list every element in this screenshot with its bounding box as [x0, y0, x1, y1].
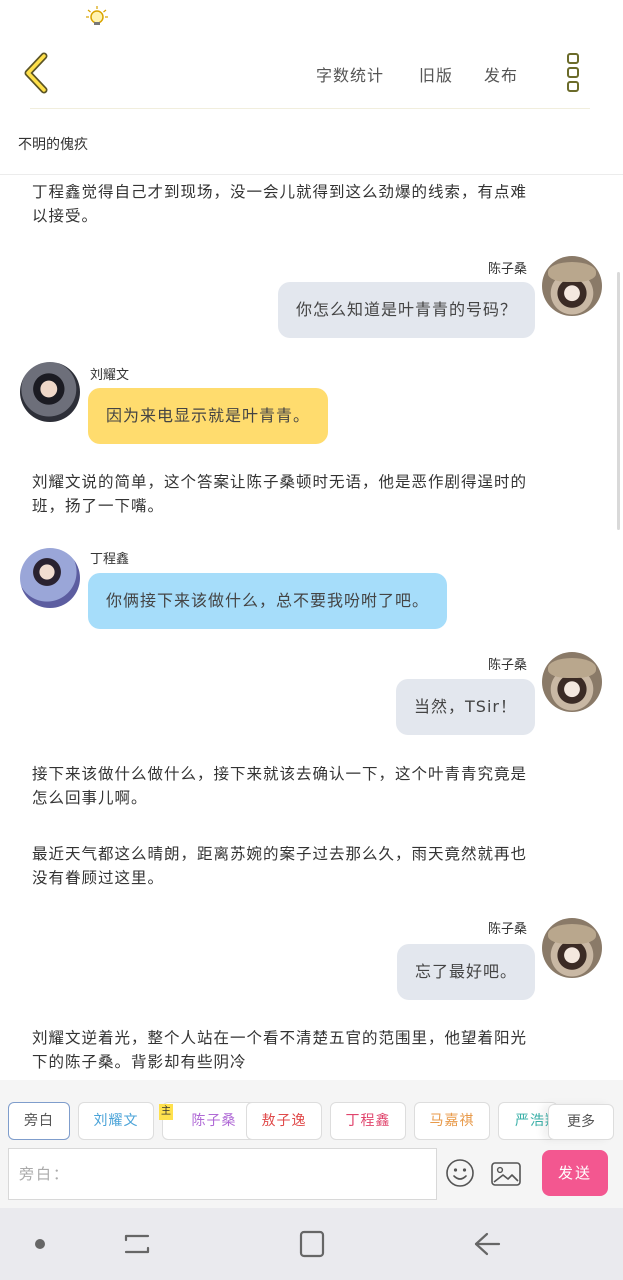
menu-dot-icon — [567, 67, 579, 78]
more-characters-button[interactable]: 更多 — [548, 1104, 614, 1140]
message-input[interactable] — [8, 1148, 437, 1200]
narration-text[interactable]: 最近天气都这么晴朗，距离苏婉的案子过去那么久，雨天竟然就再也没有眷顾过这里。 — [32, 842, 542, 890]
back-arrow-icon — [474, 1232, 501, 1256]
character-chip-narrator[interactable]: 旁白 — [8, 1102, 70, 1140]
narration-text[interactable]: 丁程鑫觉得自己才到现场，没一会儿就得到这么劲爆的线索，有点难以接受。 — [32, 180, 542, 228]
character-chip[interactable]: 丁程鑫 — [330, 1102, 406, 1140]
speaker-name: 陈子桑 — [488, 658, 528, 673]
speaker-name: 丁程鑫 — [90, 552, 130, 567]
header-divider — [30, 108, 590, 109]
title-divider — [0, 174, 623, 175]
dialogue-bubble[interactable]: 你俩接下来该做什么，总不要我吩咐了吧。 — [88, 573, 448, 629]
avatar[interactable] — [20, 362, 80, 422]
speaker-name: 刘耀文 — [90, 368, 130, 383]
smiley-icon — [446, 1159, 474, 1187]
dialogue-bubble[interactable]: 忘了最好吧。 — [396, 944, 535, 1000]
character-chip[interactable]: 刘耀文 — [78, 1102, 154, 1140]
emoji-button[interactable] — [445, 1158, 475, 1188]
menu-dot-icon — [567, 53, 579, 64]
narration-text[interactable]: 接下来该做什么做什么，接下来就该去确认一下，这个叶青青究竟是怎么回事儿啊。 — [32, 762, 542, 810]
dialogue-bubble[interactable]: 你怎么知道是叶青青的号码？ — [277, 282, 535, 338]
more-menu-button[interactable] — [562, 50, 584, 96]
speaker-name: 陈子桑 — [488, 922, 528, 937]
back-button[interactable] — [18, 50, 58, 96]
home-button[interactable] — [296, 1228, 328, 1260]
image-button[interactable] — [490, 1160, 522, 1188]
system-back-button[interactable] — [470, 1228, 504, 1260]
dialogue-bubble[interactable]: 因为来电显示就是叶青青。 — [88, 388, 329, 444]
menu-dot-icon — [567, 81, 579, 92]
narration-text[interactable]: 刘耀文逆着光，整个人站在一个看不清楚五官的范围里，他望着阳光下的陈子桑。背影却有… — [32, 1026, 542, 1074]
publish-button[interactable]: 发布 — [484, 62, 518, 86]
recent-apps-button[interactable] — [120, 1228, 154, 1260]
nav-dot-icon[interactable] — [35, 1239, 45, 1249]
host-badge: 主 — [159, 1104, 173, 1120]
character-chip[interactable]: 马嘉祺 — [414, 1102, 490, 1140]
avatar[interactable] — [542, 256, 602, 316]
story-title: 不明的傀疚 — [18, 137, 88, 153]
recent-apps-icon — [124, 1234, 150, 1254]
speaker-name: 陈子桑 — [488, 262, 528, 277]
chevron-left-icon — [24, 52, 48, 94]
avatar[interactable] — [542, 918, 602, 978]
word-count-button[interactable]: 字数统计 — [316, 62, 384, 86]
avatar[interactable] — [542, 652, 602, 712]
home-square-icon — [299, 1230, 325, 1258]
old-version-button[interactable]: 旧版 — [419, 62, 453, 86]
scrollbar[interactable] — [617, 272, 620, 530]
narration-text[interactable]: 刘耀文说的简单，这个答案让陈子桑顿时无语，他是恶作剧得逞时的班，扬了一下嘴。 — [32, 470, 542, 518]
lightbulb-icon — [86, 6, 108, 25]
status-bar — [0, 0, 623, 36]
send-button[interactable]: 发送 — [542, 1150, 608, 1196]
editor-header: 字数统计 旧版 发布 — [0, 36, 623, 110]
image-icon — [491, 1162, 521, 1186]
avatar[interactable] — [20, 548, 80, 608]
character-chip[interactable]: 敖子逸 — [246, 1102, 322, 1140]
dialogue-bubble[interactable]: 当然，TSir！ — [396, 679, 535, 735]
